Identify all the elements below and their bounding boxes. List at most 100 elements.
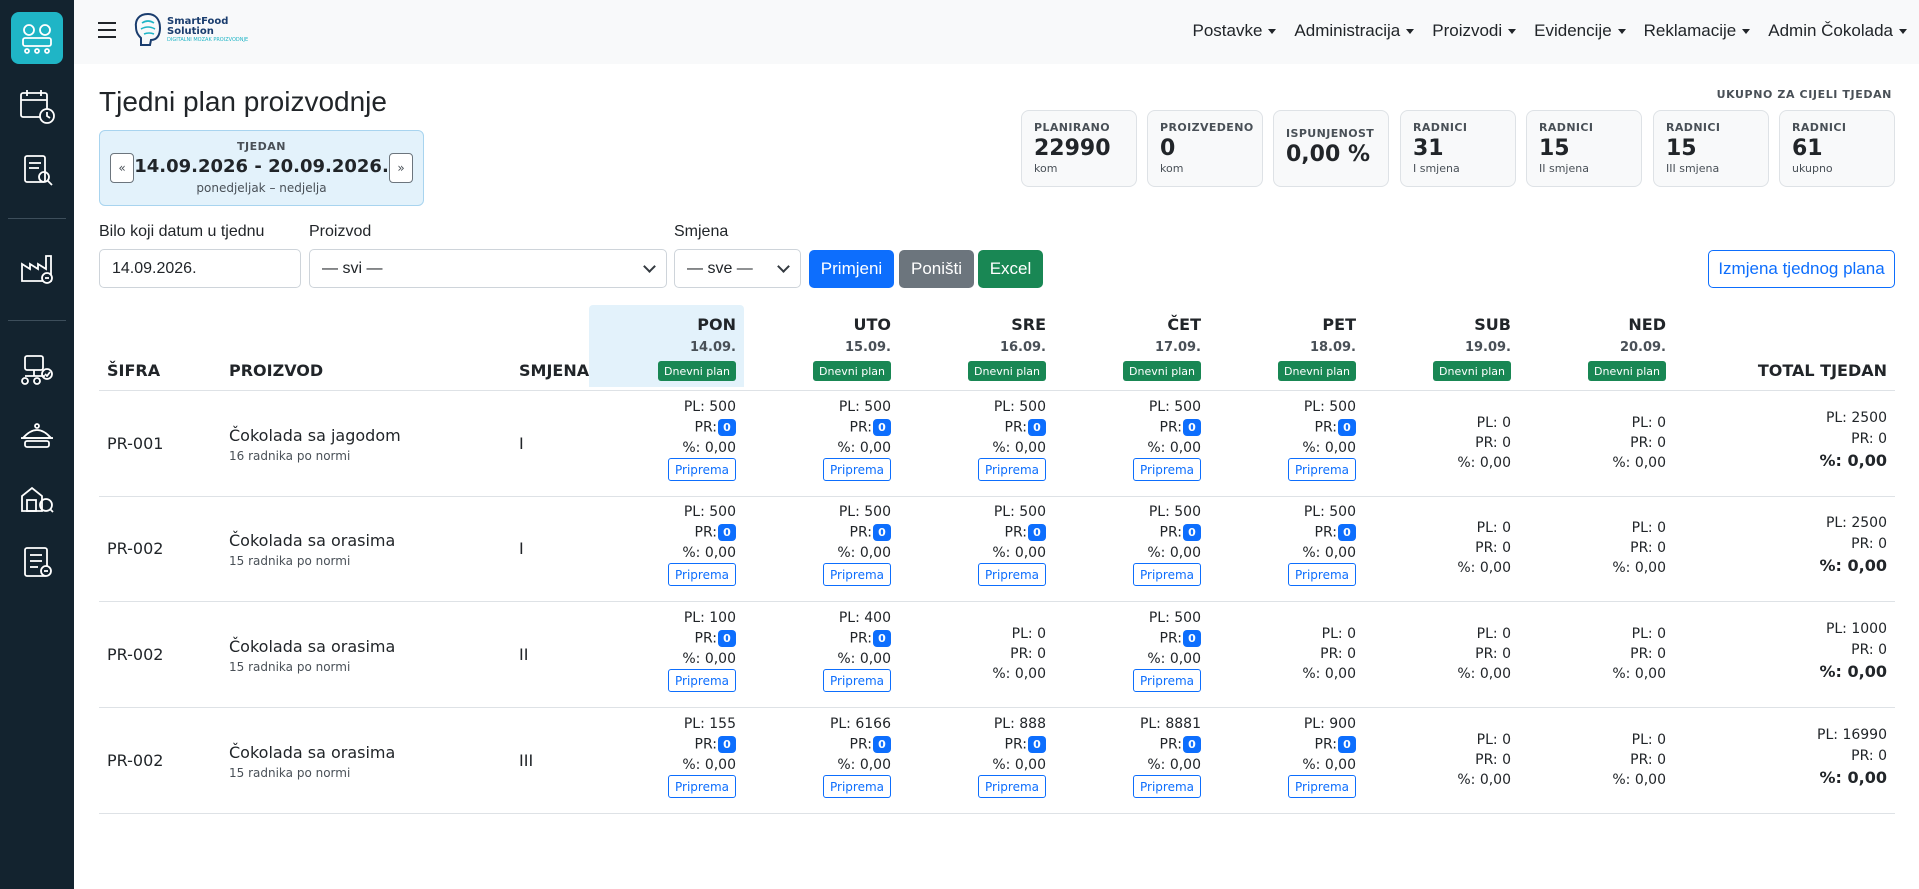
plan-value: 400 xyxy=(864,610,891,626)
edit-week-plan-button[interactable]: Izmjena tjednog plana xyxy=(1708,250,1895,288)
food-tray-icon[interactable] xyxy=(11,408,63,460)
daily-plan-badge[interactable]: Dnevni plan xyxy=(1278,361,1356,381)
menu-reklamacije[interactable]: Reklamacije xyxy=(1644,21,1751,41)
prep-button[interactable]: Priprema xyxy=(667,458,736,481)
day-date: 17.09. xyxy=(1154,340,1201,355)
produced-badge[interactable]: 0 xyxy=(873,736,891,753)
product-field-label: Proizvod xyxy=(309,223,372,240)
produced-badge[interactable]: 0 xyxy=(718,630,736,647)
menu-user[interactable]: Admin Čokolada xyxy=(1768,21,1907,41)
prep-button[interactable]: Priprema xyxy=(822,563,891,586)
plan-value: 900 xyxy=(1329,716,1356,732)
hamburger-menu-icon[interactable] xyxy=(98,22,116,38)
prep-button[interactable]: Priprema xyxy=(1132,458,1201,481)
percent-line: %: 0,00 xyxy=(682,757,736,773)
produced-label: PR: xyxy=(1475,540,1498,556)
percent-value: 0,00 xyxy=(1479,560,1511,576)
prep-button[interactable]: Priprema xyxy=(977,775,1046,798)
day-cell: PL: 500 PR: 0%: 0,00 Priprema xyxy=(1209,392,1364,497)
prep-button[interactable]: Priprema xyxy=(822,458,891,481)
production-line-icon[interactable] xyxy=(11,12,63,64)
percent-line: %: 0,00 xyxy=(1457,772,1511,788)
day-name: UTO xyxy=(853,315,891,334)
next-week-button[interactable]: » xyxy=(389,153,413,183)
produced-badge[interactable]: 0 xyxy=(1183,736,1201,753)
warehouse-network-icon[interactable] xyxy=(11,344,63,396)
produced-badge[interactable]: 0 xyxy=(873,630,891,647)
daily-plan-badge[interactable]: Dnevni plan xyxy=(1588,361,1666,381)
prep-button[interactable]: Priprema xyxy=(822,669,891,692)
menu-administracija[interactable]: Administracija xyxy=(1294,21,1415,41)
percent-value: 0,00 xyxy=(859,440,891,456)
prep-button[interactable]: Priprema xyxy=(1132,775,1201,798)
daily-plan-badge[interactable]: Dnevni plan xyxy=(1433,361,1511,381)
daily-plan-badge[interactable]: Dnevni plan xyxy=(1123,361,1201,381)
report-search-icon[interactable] xyxy=(11,144,63,196)
produced-badge[interactable]: 0 xyxy=(718,524,736,541)
row-shift: I xyxy=(519,539,524,558)
produced-badge[interactable]: 0 xyxy=(1338,524,1356,541)
percent-line: %: 0,00 xyxy=(682,440,736,456)
factory-icon[interactable] xyxy=(11,242,63,294)
plan-label: PL: xyxy=(1139,716,1161,732)
prep-button[interactable]: Priprema xyxy=(1287,775,1356,798)
plan-label: PL: xyxy=(683,716,705,732)
produced-badge[interactable]: 0 xyxy=(1183,630,1201,647)
quality-check-icon[interactable] xyxy=(11,472,63,524)
date-input[interactable]: 14.09.2026. xyxy=(99,249,301,288)
menu-evidencije[interactable]: Evidencije xyxy=(1534,21,1626,41)
produced-badge[interactable]: 0 xyxy=(1183,524,1201,541)
reset-button[interactable]: Poništi xyxy=(899,250,974,288)
shift-select[interactable]: — sve — xyxy=(674,249,801,288)
prep-button[interactable]: Priprema xyxy=(667,775,736,798)
prep-button[interactable]: Priprema xyxy=(1132,563,1201,586)
produced-badge[interactable]: 0 xyxy=(873,419,891,436)
plan-value: 500 xyxy=(864,504,891,520)
daily-plan-badge[interactable]: Dnevni plan xyxy=(813,361,891,381)
produced-label: PR: xyxy=(1320,646,1343,662)
col-total-header: TOTAL TJEDAN xyxy=(1757,361,1887,380)
produced-badge[interactable]: 0 xyxy=(1338,736,1356,753)
percent-line: %: 0,00 xyxy=(1612,560,1666,576)
produced-line: PR: 0 xyxy=(850,419,891,436)
produced-badge[interactable]: 0 xyxy=(873,524,891,541)
daily-plan-badge[interactable]: Dnevni plan xyxy=(968,361,1046,381)
prep-button[interactable]: Priprema xyxy=(667,563,736,586)
plan-line: PL: 0 xyxy=(1477,626,1511,642)
produced-badge[interactable]: 0 xyxy=(1183,419,1201,436)
produced-badge[interactable]: 0 xyxy=(1028,736,1046,753)
prep-button[interactable]: Priprema xyxy=(667,669,736,692)
product-select[interactable]: — svi — xyxy=(309,249,667,288)
excel-button[interactable]: Excel xyxy=(978,250,1043,288)
brand-logo[interactable]: SmartFood Solution DIGITALNI MOZAK PROIZ… xyxy=(132,11,248,49)
daily-plan-badge[interactable]: Dnevni plan xyxy=(658,361,736,381)
plan-label: PL: xyxy=(1825,515,1847,531)
prep-button[interactable]: Priprema xyxy=(977,458,1046,481)
produced-badge[interactable]: 0 xyxy=(1338,419,1356,436)
percent-line: %: 0,00 xyxy=(1612,772,1666,788)
prep-button[interactable]: Priprema xyxy=(1132,669,1201,692)
menu-label: Reklamacije xyxy=(1643,21,1737,40)
plan-line: PL: 100 xyxy=(684,610,736,626)
total-plan-value: 2500 xyxy=(1851,515,1887,531)
plan-line: PL: 500 xyxy=(1304,399,1356,415)
produced-badge[interactable]: 0 xyxy=(718,736,736,753)
prep-button[interactable]: Priprema xyxy=(1287,458,1356,481)
stat-value: 0 xyxy=(1160,136,1176,161)
calendar-clock-icon[interactable] xyxy=(11,80,63,132)
produced-line: PR: 0 xyxy=(1475,435,1511,451)
apply-button[interactable]: Primjeni xyxy=(809,250,894,288)
produced-badge[interactable]: 0 xyxy=(718,419,736,436)
checklist-icon[interactable] xyxy=(11,536,63,588)
produced-badge[interactable]: 0 xyxy=(1028,419,1046,436)
produced-badge[interactable]: 0 xyxy=(1028,524,1046,541)
menu-postavke[interactable]: Postavke xyxy=(1192,21,1277,41)
day-cell: PL: 500 PR: 0%: 0,00 Priprema xyxy=(1054,392,1209,497)
percent-value: 0,00 xyxy=(1324,440,1356,456)
plan-value: 500 xyxy=(1019,504,1046,520)
menu-proizvodi[interactable]: Proizvodi xyxy=(1432,21,1517,41)
prep-button[interactable]: Priprema xyxy=(1287,563,1356,586)
prep-button[interactable]: Priprema xyxy=(822,775,891,798)
percent-line: %: 0,00 xyxy=(1612,666,1666,682)
prep-button[interactable]: Priprema xyxy=(977,563,1046,586)
